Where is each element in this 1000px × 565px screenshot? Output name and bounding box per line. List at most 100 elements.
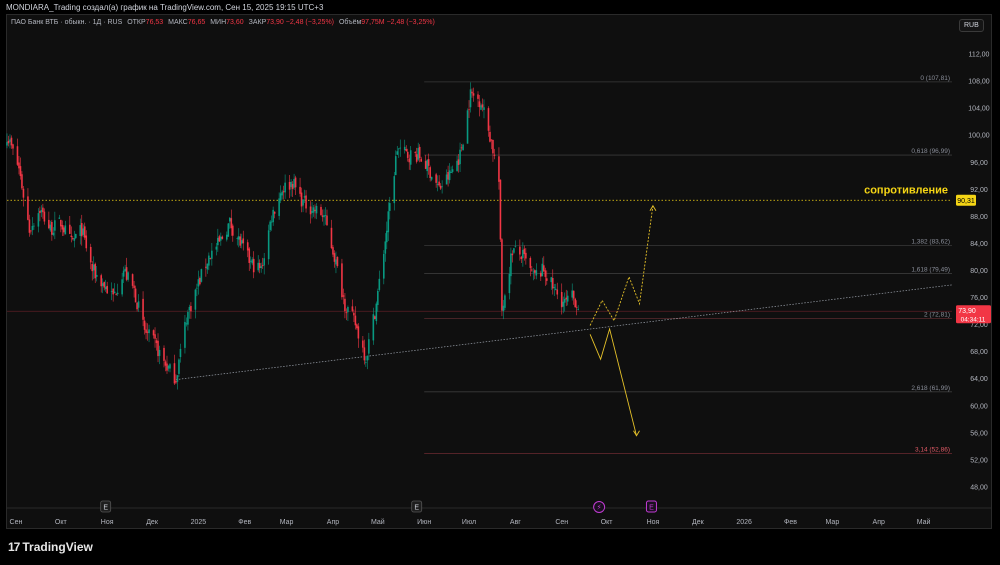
candle-body [104,286,107,290]
candle-body [332,247,334,255]
candle-body [480,105,482,110]
candle-body [60,219,62,227]
candle-body [227,223,230,237]
candle-body [429,167,431,178]
candle-body [309,206,312,215]
candle-body [291,183,294,189]
candle-body [362,340,364,348]
candle-body [565,297,568,300]
candle-body [562,301,565,307]
candle-body [209,257,212,259]
candle-body [478,101,481,108]
candle-body [445,174,448,185]
candle-body [10,137,13,146]
x-tick-label: Окт [55,519,68,526]
candle-body [457,159,460,165]
candle-body [477,94,479,99]
candle-body [239,236,242,246]
candle-body [101,283,104,286]
candle-body [374,316,376,319]
candle-body [248,248,251,263]
candle-body [95,274,98,277]
candle-body [487,108,490,131]
candle-body [540,272,542,277]
candle-body [79,225,82,236]
candle-body [314,209,316,212]
candle-body [31,225,34,231]
fib-level-label: 0,618 (96,99) [911,148,950,155]
x-tick-label: Дек [146,519,159,526]
candle-body [70,235,73,237]
candle-body [281,191,283,196]
candle-body [122,270,125,277]
candle-body [326,215,328,226]
candle-body [293,179,295,188]
candle-body [448,170,451,181]
y-tick-label: 60,00 [970,403,988,410]
candle-body [278,198,280,216]
candle-body [502,305,505,312]
candle-body [208,255,210,266]
candle-body [534,270,536,273]
candle-body [399,147,402,149]
candle-body [40,210,43,213]
x-tick-label: Июн [417,519,431,526]
candle-body [100,275,103,287]
candle-body [92,264,95,271]
candle-body [155,340,158,344]
fib-level-label: 1,618 (79,49) [911,266,950,273]
bullish-projection-arrow [649,204,657,211]
candle-body [21,174,23,189]
candle-body [28,219,31,233]
candle-body [372,314,375,341]
x-tick-label: 2025 [191,519,207,526]
candle-body [113,291,116,294]
candle-body [91,264,94,272]
candle-body [303,196,306,198]
candle-body [551,277,554,289]
candle-body [541,263,544,277]
candle-body [106,285,108,294]
price-chart[interactable]: 112,00 108,00 104,00 100,00 96,00 92,00 88,00 8… [0,0,1000,565]
candle-body [43,211,46,222]
candle-body [175,381,177,383]
x-tick-label: Авг [510,519,521,526]
resistance-price-badge-text: 90,31 [957,198,975,205]
candle-body [483,107,485,110]
candle-body [469,89,472,108]
tradingview-logo-text: TradingView [22,540,93,554]
resistance-label: сопротивление [864,184,948,196]
candle-body [146,331,149,333]
candle-body [363,347,366,361]
candle-body [217,237,219,246]
candle-body [447,172,449,180]
candle-body [33,225,35,227]
candle-body [471,91,473,94]
candle-body [142,298,144,320]
candle-body [249,260,252,262]
candle-body [504,295,506,308]
candle-body [121,279,123,295]
candle-body [493,154,496,156]
candle-body [323,215,325,218]
candle-body [205,266,207,268]
upcoming-earnings-marker-glyph: E [649,505,654,512]
candle-body [218,236,221,242]
candle-body [124,268,126,272]
candle-body [51,221,53,235]
candle-body [525,252,527,259]
y-tick-label: 84,00 [970,241,988,248]
candle-body [18,162,20,169]
candle-body [426,160,428,172]
candle-body [54,220,56,231]
candle-body [531,269,533,271]
candle-body [154,334,156,339]
x-tick-label: Окт [601,519,614,526]
candle-body [12,144,14,149]
candle-body [196,287,198,289]
candle-body [571,290,574,298]
candle-body [251,259,254,264]
candle-body [176,375,179,382]
candle-body [39,210,41,214]
candle-body [366,355,369,361]
